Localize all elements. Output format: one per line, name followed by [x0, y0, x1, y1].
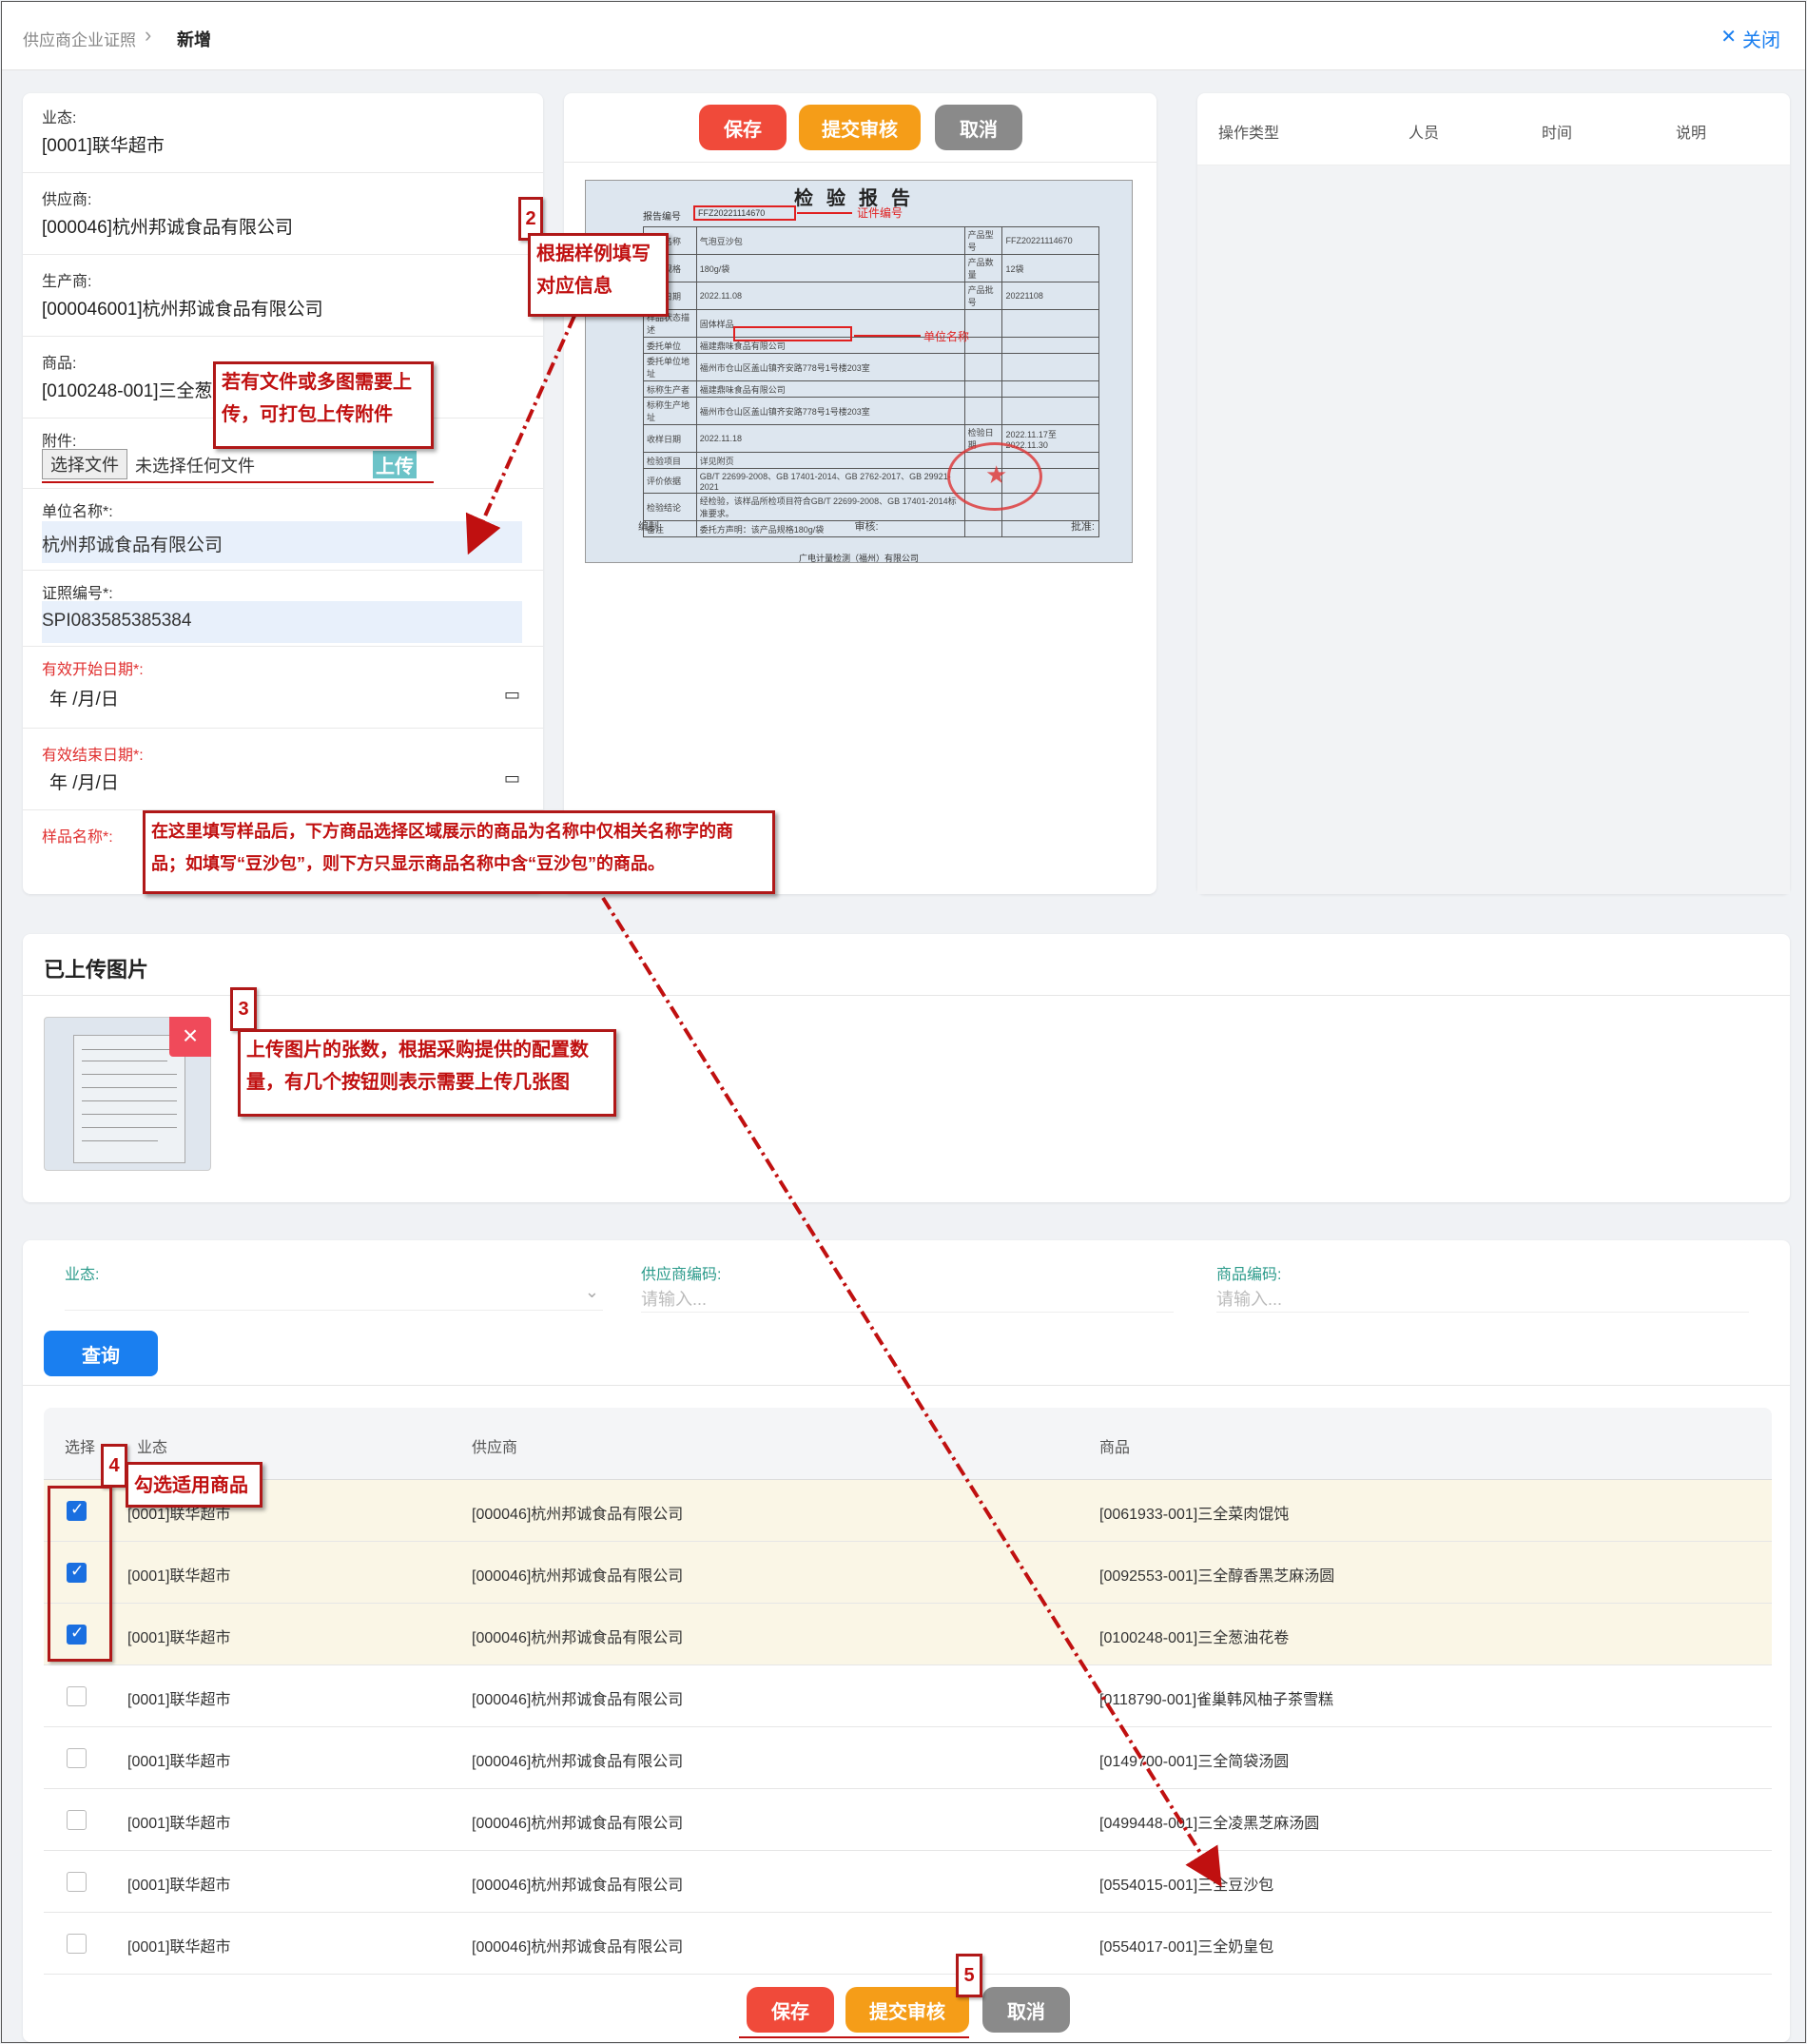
annotation-sample-name: 在这里填写样品后，下方商品选择区域展示的商品为名称中仅相关名称字的商品；如填写“… [143, 810, 775, 894]
app-window: 供应商企业证照 › 新增 ✕ 关闭 业态: [0001]联华超市 供应商: [0… [1, 1, 1806, 2043]
annotation-arrows [465, 315, 1222, 1887]
annotation-number-4: 4 [101, 1444, 127, 1488]
annotation-number-5: 5 [956, 1954, 982, 1997]
annotation-number-3: 3 [230, 987, 257, 1031]
arrow-to-unit-field [465, 315, 576, 555]
annotation-check-products: 勾选适用商品 [126, 1462, 262, 1508]
checkbox-highlight [48, 1486, 112, 1662]
annotation-fill-info: 根据样例填写对应信息 [528, 233, 669, 317]
annotation-attachment: 若有文件或多图需要上传，可打包上传附件 [213, 361, 434, 449]
arrow-to-product-row [601, 896, 1222, 1887]
annotation-image-count: 上传图片的张数，根据采购提供的配置数量，有几个按钮则表示需要上传几张图 [238, 1029, 616, 1117]
